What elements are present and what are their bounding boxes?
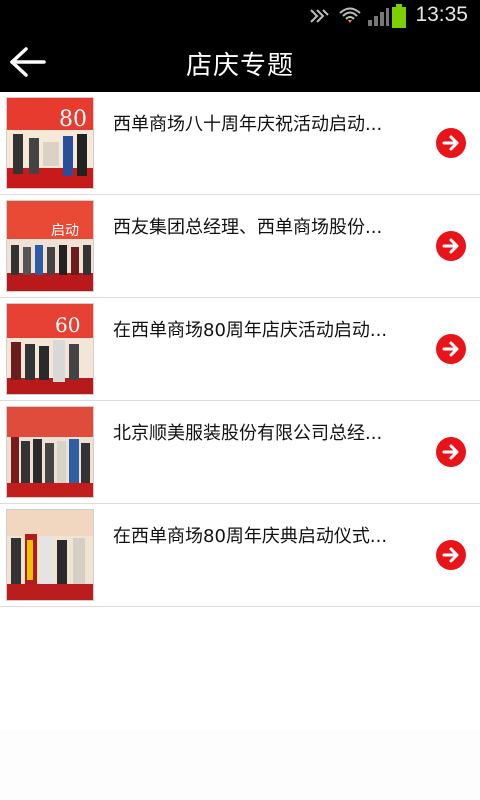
vibrate-icon xyxy=(310,9,329,23)
signal-icon xyxy=(368,8,389,26)
topic-list: 80 西单商场八十周年庆祝活动启动... 启动 西友集团总经理、西单商场股份..… xyxy=(0,92,480,607)
item-title: 西友集团总经理、西单商场股份... xyxy=(113,217,383,238)
status-bar: 13:35 xyxy=(0,0,480,32)
arrow-right-icon[interactable] xyxy=(436,437,466,467)
item-title: 北京顺美服装股份有限公司总经... xyxy=(113,423,383,444)
arrow-right-icon[interactable] xyxy=(436,128,466,158)
thumbnail-image: 启动 xyxy=(6,200,94,292)
list-item[interactable]: 启动 西友集团总经理、西单商场股份... xyxy=(0,195,480,298)
list-item[interactable]: 在西单商场80周年庆典启动仪式... xyxy=(0,504,480,607)
status-time: 13:35 xyxy=(415,3,468,26)
app-bar: 店庆专题 xyxy=(0,32,480,92)
thumbnail-image xyxy=(6,406,94,498)
svg-text:60: 60 xyxy=(55,313,80,337)
list-item[interactable]: 北京顺美服装股份有限公司总经... xyxy=(0,401,480,504)
item-title: 在西单商场80周年庆典启动仪式... xyxy=(113,526,388,547)
arrow-right-icon[interactable] xyxy=(436,334,466,364)
arrow-right-icon[interactable] xyxy=(436,540,466,570)
item-title: 在西单商场80周年店庆活动启动... xyxy=(113,320,388,341)
wifi-icon xyxy=(339,7,361,23)
arrow-right-icon[interactable] xyxy=(436,231,466,261)
list-item[interactable]: 60 在西单商场80周年店庆活动启动... xyxy=(0,298,480,401)
list-item[interactable]: 80 西单商场八十周年庆祝活动启动... xyxy=(0,92,480,195)
thumbnail-image xyxy=(6,509,94,601)
bottom-area xyxy=(0,730,480,800)
battery-icon xyxy=(392,4,406,28)
page-title: 店庆专题 xyxy=(185,51,294,81)
thumbnail-image: 80 xyxy=(6,97,94,189)
svg-text:80: 80 xyxy=(59,107,87,132)
svg-text:启动: 启动 xyxy=(51,223,79,239)
thumbnail-image: 60 xyxy=(6,303,94,395)
item-title: 西单商场八十周年庆祝活动启动... xyxy=(113,114,383,135)
